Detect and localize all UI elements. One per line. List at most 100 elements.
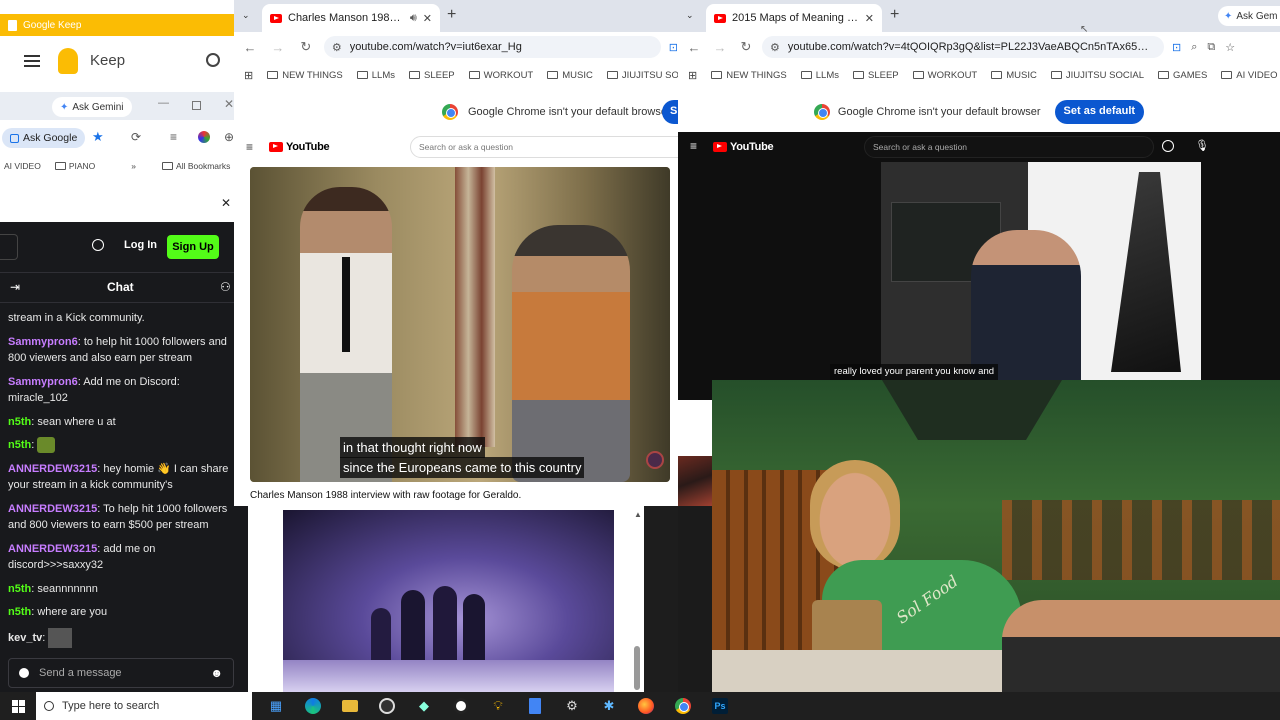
reload-icon[interactable]: ↻ — [296, 39, 316, 55]
set-default-button[interactable]: Set as default — [1054, 100, 1145, 124]
extension-icon[interactable] — [198, 131, 210, 143]
chat-username[interactable]: n5th — [8, 583, 31, 595]
bookmark-folder[interactable]: JIUJITSU SOCIAL — [1050, 70, 1144, 81]
users-icon[interactable]: ⚇ — [220, 280, 231, 294]
chat-input-box[interactable]: Send a message ☻ — [8, 658, 234, 688]
close-tab-icon[interactable]: ✕ — [865, 12, 874, 25]
close-icon[interactable]: ✕ — [221, 196, 231, 210]
photoshop-icon[interactable]: Ps — [706, 692, 734, 720]
edge-icon[interactable] — [299, 692, 327, 720]
signup-button[interactable]: Sign Up — [167, 235, 219, 259]
close-icon[interactable]: ✕ — [224, 97, 234, 111]
app-icon[interactable]: ◆ — [410, 692, 438, 720]
menu-icon[interactable] — [24, 53, 40, 69]
file-explorer-icon[interactable] — [336, 692, 364, 720]
yt-menu-icon[interactable]: ≡ — [246, 140, 253, 154]
zoom-icon[interactable]: ⌕ — [1191, 41, 1197, 54]
new-tab-button[interactable]: + — [447, 6, 456, 24]
bookmark-star-icon[interactable]: ☆ — [1225, 41, 1235, 54]
github-icon[interactable] — [447, 692, 475, 720]
send-message-input[interactable]: Send a message — [39, 667, 200, 679]
forward-icon[interactable]: → — [268, 40, 288, 55]
site-info-icon[interactable]: ⚙ — [332, 41, 342, 54]
maximize-button[interactable] — [192, 101, 201, 110]
task-view-icon[interactable]: ▦ — [262, 692, 290, 720]
back-icon[interactable]: ← — [684, 40, 704, 55]
chat-username[interactable]: n5th — [8, 439, 31, 451]
video-player[interactable]: in that thought right now since the Euro… — [250, 167, 670, 482]
audio-icon[interactable]: 🔊︎ — [410, 12, 417, 25]
settings-gear-icon[interactable]: ⚙ — [558, 692, 586, 720]
youtube-logo[interactable]: YouTube — [269, 141, 330, 153]
bookmark-folder[interactable]: SLEEP — [408, 70, 455, 81]
scroll-up-icon[interactable]: ▲ — [634, 510, 642, 519]
globe-icon[interactable] — [92, 239, 104, 251]
site-info-icon[interactable]: ⚙ — [770, 41, 780, 54]
keep-icon[interactable]: 💡︎ — [484, 692, 512, 720]
lecture-video[interactable] — [881, 162, 1201, 382]
yt-search-input[interactable]: Search or ask a question — [864, 136, 1154, 158]
lens-icon[interactable]: ⊡ — [669, 41, 678, 54]
address-bar[interactable]: ⚙ youtube.com/watch?v=iut6exar_Hg — [323, 36, 661, 58]
start-windows-icon[interactable] — [0, 692, 36, 720]
chat-username[interactable]: ANNERDEW3215 — [8, 503, 97, 515]
address-bar[interactable]: ⚙ youtube.com/watch?v=4tQOIQRp3gQ&list=P… — [762, 36, 1164, 58]
bookmark-folder[interactable]: AI VIDEO — [1221, 70, 1277, 81]
install-icon[interactable]: ⧉ — [1207, 41, 1215, 54]
emoji-icon[interactable]: ☻ — [210, 666, 223, 680]
bookmark-folder[interactable]: LLMs — [356, 70, 395, 81]
profile-icon[interactable]: ⊕ — [224, 130, 234, 144]
tab-search-icon[interactable]: ⌄ — [686, 10, 694, 21]
youtube-logo[interactable]: YouTube — [713, 141, 774, 153]
bookmark-folder[interactable]: NEW THINGS — [267, 70, 343, 81]
apps-icon[interactable]: ⊞ — [244, 69, 253, 82]
minimize-button[interactable]: — — [158, 97, 169, 109]
collapse-chat-icon[interactable]: ⇥ — [10, 280, 20, 294]
bookmark-folder[interactable]: JIUJITSU SOC — [606, 70, 678, 81]
bookmark-folder[interactable]: NEW THINGS — [711, 70, 787, 81]
bookmark-folder[interactable]: WORKOUT — [912, 70, 977, 81]
bookmark-folder[interactable]: LLMs — [800, 70, 839, 81]
forward-icon[interactable]: → — [710, 40, 730, 55]
bookmark-folder[interactable]: GAMES — [1157, 70, 1207, 81]
reload-icon[interactable]: ↻ — [736, 39, 756, 55]
chat-username[interactable]: kev_tv — [8, 631, 42, 643]
extensions-icon[interactable]: ⟳ — [131, 130, 141, 144]
new-tab-button[interactable]: + — [890, 6, 899, 24]
ask-google-button[interactable]: Ask Google — [2, 128, 86, 148]
yt-search-input[interactable]: Search or ask a question — [410, 136, 678, 158]
obs-icon[interactable] — [373, 692, 401, 720]
tab-manson[interactable]: Charles Manson 1988 interv 🔊︎ ✕ — [262, 4, 440, 32]
all-bookmarks[interactable]: All Bookmarks — [162, 161, 230, 171]
bookmark-star-icon[interactable]: ★ — [92, 129, 104, 145]
bookmark-folder[interactable]: WORKOUT — [468, 70, 533, 81]
bookmark-ai-video[interactable]: AI VIDEO — [4, 161, 41, 171]
back-icon[interactable]: ← — [240, 40, 260, 55]
set-default-button[interactable]: S — [662, 100, 678, 124]
tab-maps-of-meaning[interactable]: 2015 Maps of Meaning Lecture ✕ — [706, 4, 882, 32]
chat-username[interactable]: Sammypron6 — [8, 376, 78, 388]
scrollbar-thumb[interactable] — [634, 646, 640, 690]
login-button[interactable]: Log In — [124, 239, 157, 251]
microphone-icon[interactable]: 🎙︎ — [1195, 139, 1209, 152]
taskbar-search-box[interactable]: Type here to search — [36, 692, 252, 720]
chat-username[interactable]: n5th — [8, 606, 31, 618]
yt-menu-icon[interactable]: ≡ — [690, 139, 697, 153]
chat-username[interactable]: n5th — [8, 416, 31, 428]
lens-icon[interactable]: ⊡ — [1172, 41, 1181, 54]
tab-search-icon[interactable]: ⌄ — [242, 10, 250, 21]
network-icon[interactable]: ✱ — [595, 692, 623, 720]
bookmark-piano[interactable]: PIANO — [54, 161, 95, 171]
chat-username[interactable]: ANNERDEW3215 — [8, 463, 97, 475]
close-tab-icon[interactable]: ✕ — [423, 12, 432, 25]
chevron-right-icon[interactable]: » — [131, 161, 136, 171]
search-icon[interactable] — [206, 53, 220, 67]
bookmark-folder[interactable]: MUSIC — [991, 70, 1037, 81]
ask-gemini-button[interactable]: ✦ Ask Gem — [1218, 6, 1280, 26]
mini-video[interactable] — [283, 510, 614, 692]
chat-username[interactable]: Sammypron6 — [8, 336, 78, 348]
docs-icon[interactable] — [521, 692, 549, 720]
apps-icon[interactable]: ⊞ — [688, 69, 697, 82]
bookmark-folder[interactable]: SLEEP — [852, 70, 899, 81]
ask-gemini-button[interactable]: ✦ Ask Gemini — [52, 97, 132, 117]
